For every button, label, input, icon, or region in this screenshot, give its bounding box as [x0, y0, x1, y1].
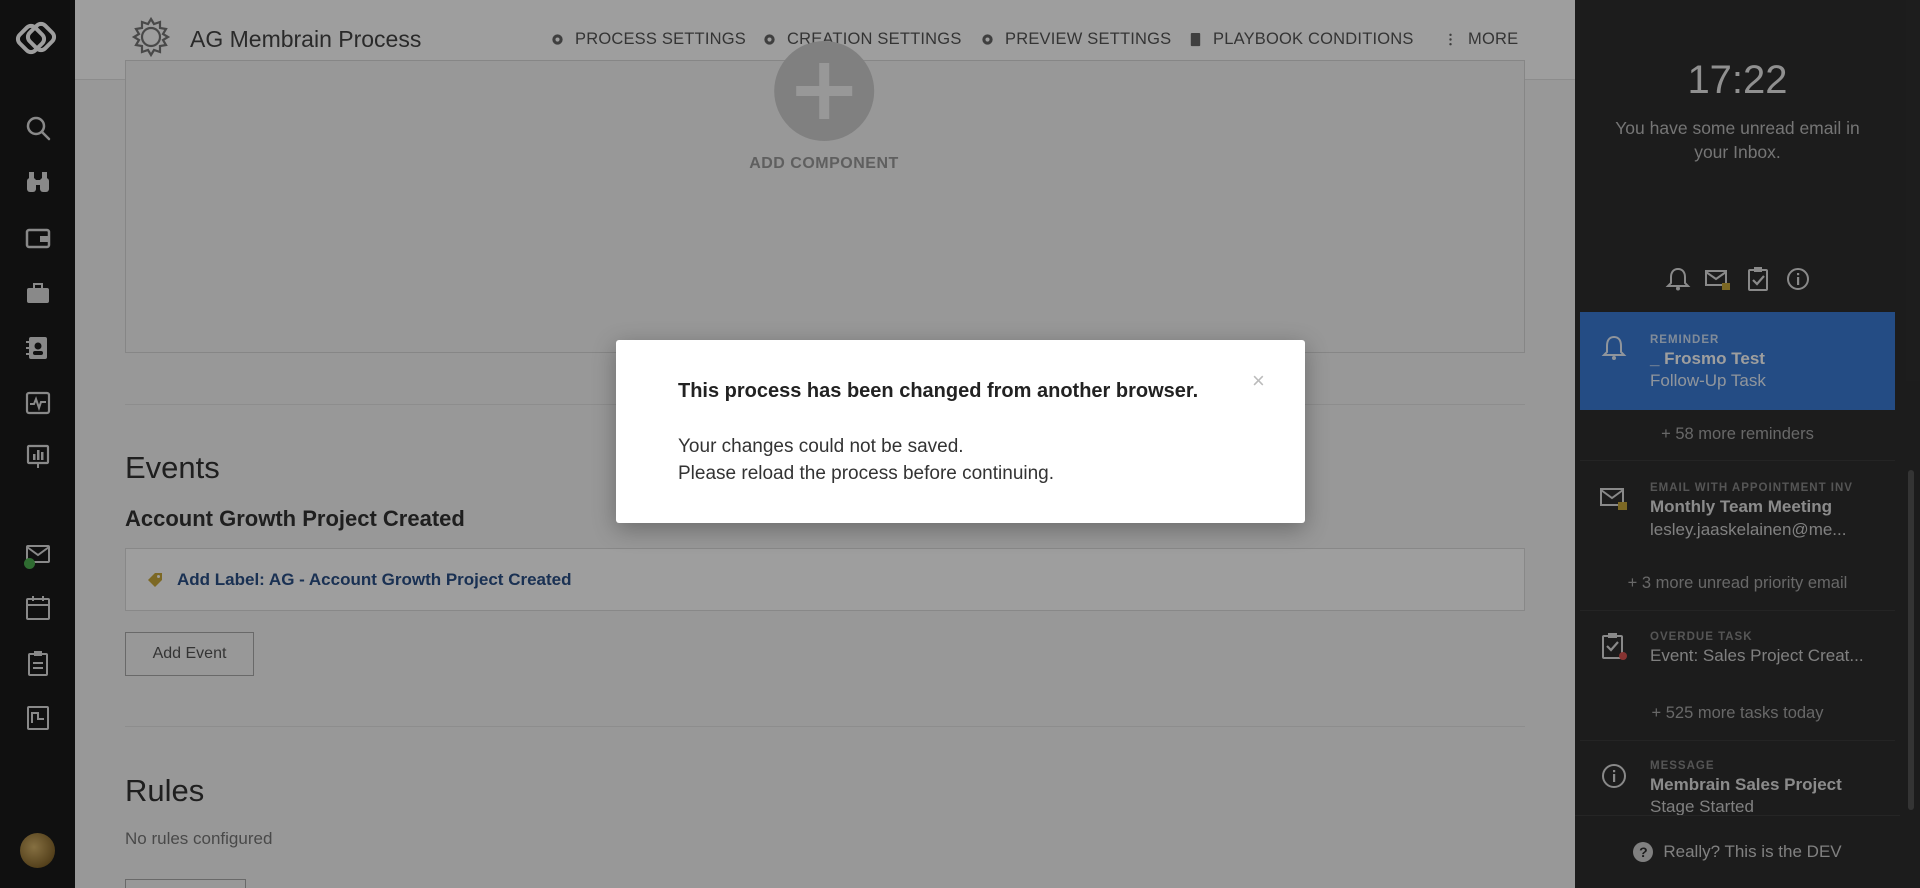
close-icon[interactable]: × [1252, 370, 1265, 392]
conflict-dialog: This process has been changed from anoth… [616, 340, 1305, 523]
dialog-body: Your changes could not be saved. Please … [678, 433, 1054, 487]
dialog-line-1: Your changes could not be saved. [678, 436, 964, 457]
dialog-line-2: Please reload the process before continu… [678, 463, 1055, 484]
dialog-title: This process has been changed from anoth… [678, 380, 1199, 402]
